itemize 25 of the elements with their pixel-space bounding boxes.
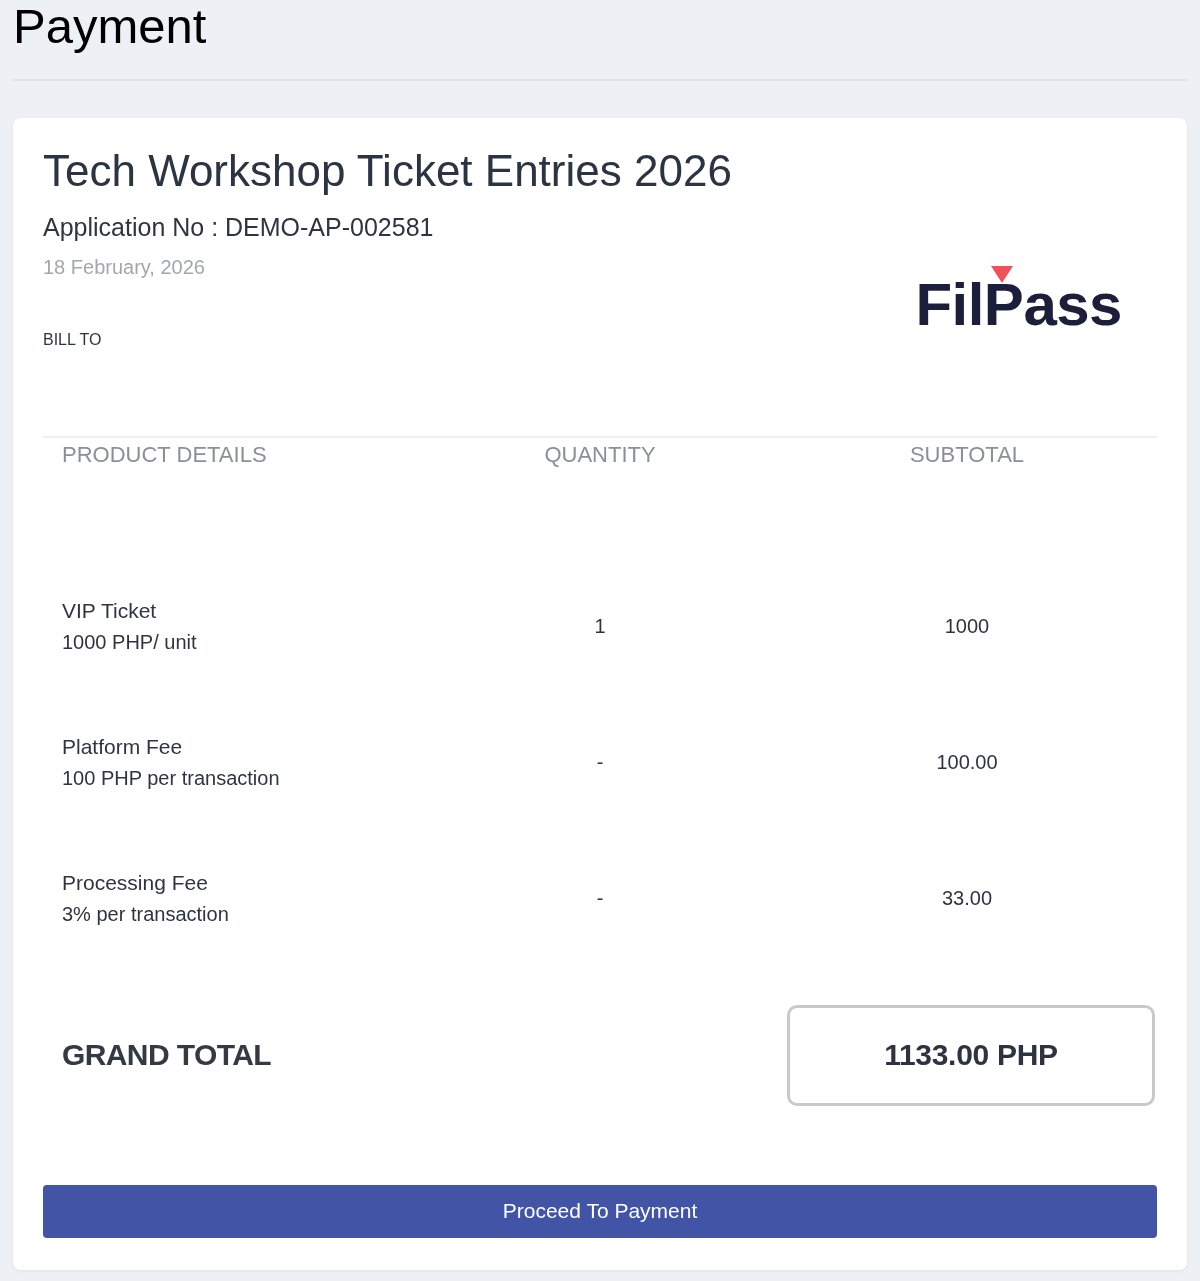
grand-total-label: GRAND TOTAL — [61, 1037, 271, 1074]
column-header: SUBTOTAL — [909, 441, 1025, 469]
column-header: PRODUCT DETAILS — [61, 441, 267, 469]
product-name: Processing Fee — [62, 870, 208, 896]
bill-to-label: BILL TO — [43, 329, 102, 349]
event-title: Tech Workshop Ticket Entries 2026 — [43, 145, 732, 197]
subtotal-value: 1000 — [944, 614, 990, 638]
application-number: Application No : DEMO-AP-002581 — [43, 211, 434, 242]
quantity-value: - — [596, 886, 604, 910]
proceed-to-payment-button[interactable]: Proceed To Payment — [43, 1185, 1157, 1238]
logo-text: FilPass — [915, 275, 1122, 335]
page-title: Payment — [13, 2, 207, 51]
subtotal-value: 100.00 — [936, 750, 998, 774]
subtotal-value: 33.00 — [941, 886, 993, 910]
product-detail: 100 PHP per transaction — [62, 765, 280, 790]
product-name: VIP Ticket — [62, 598, 157, 624]
quantity-value: 1 — [594, 614, 606, 638]
quantity-value: - — [596, 750, 604, 774]
triangle-icon — [991, 266, 1014, 283]
invoice-date: 18 February, 2026 — [43, 254, 205, 279]
grand-total-amount: 1133.00 PHP — [787, 1005, 1155, 1106]
product-detail: 1000 PHP/ unit — [62, 629, 197, 654]
column-header: QUANTITY — [544, 441, 656, 469]
product-detail: 3% per transaction — [62, 901, 229, 926]
product-name: Platform Fee — [62, 734, 183, 760]
